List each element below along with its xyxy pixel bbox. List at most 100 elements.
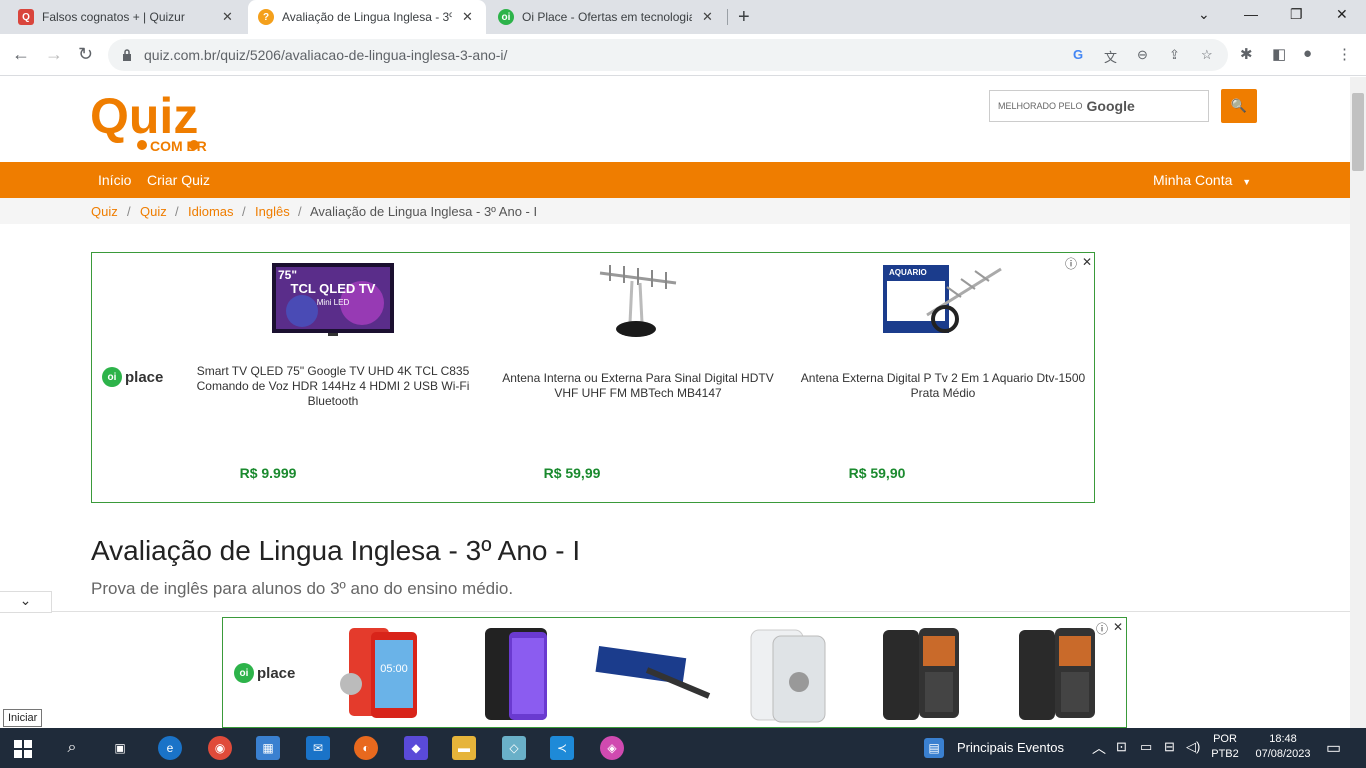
close-window-button[interactable]: ✕	[1336, 6, 1348, 23]
bottom-ad-banner[interactable]: ⓘ ✕ oi place 05:00	[222, 617, 1127, 728]
nav-create-quiz-link[interactable]: Criar Quiz	[147, 172, 210, 188]
address-bar[interactable]: quiz.com.br/quiz/5206/avaliacao-de-lingu…	[108, 39, 1228, 71]
tab-quiz[interactable]: ? Avaliação de Lingua Inglesa - 3º A ✕	[248, 0, 486, 34]
share-icon[interactable]: ⇪	[1169, 47, 1180, 63]
volume-icon[interactable]: ◁)	[1186, 739, 1200, 755]
windows-start-icon[interactable]	[14, 740, 32, 758]
product-image-antenna[interactable]	[590, 261, 686, 341]
quiz-icon: ?	[258, 9, 274, 25]
scrollbar-thumb[interactable]	[1352, 93, 1364, 171]
file-explorer-icon[interactable]: ▬	[452, 736, 476, 760]
clock[interactable]: 18:48 07/08/2023	[1246, 733, 1320, 760]
app-icon[interactable]: ◆	[404, 736, 428, 760]
chrome-icon[interactable]: ◉	[208, 736, 232, 760]
breadcrumb-separator: /	[242, 204, 246, 219]
browser-toolbar: ← → ↻ quiz.com.br/quiz/5206/avaliacao-de…	[0, 34, 1366, 76]
ad-close-icon[interactable]: ✕	[1113, 620, 1123, 634]
ad-info-icon[interactable]: ⓘ	[1065, 255, 1077, 272]
language-indicator[interactable]: POR PTB2	[1208, 733, 1242, 760]
taskbar: ⌕ ▣ e ◉ ▦ ✉ ◐ ◆ ▬ ◇ ≺ ◈ ▤ Principais Eve…	[0, 728, 1366, 768]
translate-icon[interactable]: 文	[1104, 47, 1117, 66]
restore-button[interactable]: ❐	[1290, 6, 1303, 23]
tab-oiplace[interactable]: oi Oi Place - Ofertas em tecnologia ✕	[488, 0, 726, 34]
product-image-feature-phone[interactable]	[879, 626, 965, 722]
back-button[interactable]: ←	[12, 44, 30, 65]
tab-title: Oi Place - Ofertas em tecnologia	[522, 10, 692, 24]
network-icon[interactable]: ▭	[1140, 739, 1152, 755]
page-scrollbar[interactable]	[1350, 77, 1366, 728]
news-icon[interactable]: ▤	[924, 738, 944, 758]
oiplace-logo: oi place	[234, 663, 295, 683]
quizur-icon: Q	[18, 9, 34, 25]
close-icon[interactable]: ✕	[702, 9, 713, 25]
side-panel-icon[interactable]: ◧	[1272, 45, 1286, 63]
task-view-icon[interactable]: ▣	[108, 736, 132, 760]
chevron-down-icon[interactable]: ⌄	[1198, 6, 1210, 23]
product-price[interactable]: R$ 59,99	[472, 465, 672, 481]
nav-home-link[interactable]: Início	[98, 172, 131, 188]
product-image-phone-red[interactable]: 05:00	[331, 626, 431, 722]
product-image-phone-white[interactable]	[743, 624, 831, 724]
store-icon[interactable]: ▦	[256, 736, 280, 760]
tv-brand-text: TCL QLED TV	[291, 281, 376, 296]
menu-icon[interactable]: ⋮	[1337, 45, 1352, 63]
account-menu[interactable]: Minha Conta ▼	[1153, 172, 1251, 188]
clock-time: 18:48	[1269, 733, 1297, 745]
page-title: Avaliação de Lingua Inglesa - 3º Ano - I	[91, 535, 581, 566]
product-name[interactable]: Antena Externa Digital P Tv 2 Em 1 Aquar…	[798, 371, 1088, 401]
camera-icon[interactable]: ⊡	[1116, 739, 1127, 755]
product-image-antenna-box[interactable]: AQUARIO	[881, 261, 1005, 341]
news-widget-label[interactable]: Principais Eventos	[957, 740, 1064, 755]
tray-chevron-icon[interactable]: ︿	[1092, 738, 1106, 758]
minimize-button[interactable]: —	[1244, 6, 1258, 22]
breadcrumb-item[interactable]: Inglês	[255, 204, 290, 219]
app-icon[interactable]: ◇	[502, 736, 526, 760]
firefox-icon[interactable]: ◐	[354, 736, 378, 760]
forward-button[interactable]: →	[45, 44, 63, 65]
product-image-tv[interactable]: 75" TCL QLED TV Mini LED	[272, 263, 396, 337]
mail-icon[interactable]: ✉	[306, 736, 330, 760]
product-price[interactable]: R$ 59,90	[777, 465, 977, 481]
profile-avatar[interactable]: ●	[1303, 45, 1312, 62]
tab-quizur[interactable]: Q Falsos cognatos + | Quizur ✕	[8, 0, 246, 34]
edge-icon[interactable]: e	[158, 736, 182, 760]
search-icon[interactable]: ⌕	[60, 736, 84, 760]
close-icon[interactable]: ✕	[222, 9, 233, 25]
page: Quiz COM BR MELHORADO PELO Google 🔍 Iníc…	[0, 77, 1350, 728]
oiplace-brand: place	[257, 664, 296, 682]
site-logo[interactable]: Quiz COM BR	[90, 87, 230, 153]
product-name[interactable]: Smart TV QLED 75" Google TV UHD 4K TCL C…	[188, 364, 478, 409]
oi-badge: oi	[102, 367, 122, 387]
new-tab-button[interactable]: +	[738, 6, 750, 29]
search-button[interactable]: 🔍	[1221, 89, 1257, 123]
reload-button[interactable]: ↻	[78, 44, 93, 65]
extensions-icon[interactable]: ✱	[1240, 45, 1253, 63]
product-image-phone-purple[interactable]	[481, 626, 555, 722]
display-icon[interactable]: ⊟	[1164, 739, 1175, 755]
ad-banner[interactable]: ⓘ ✕ oi place 75" TCL QLED TV Mini LED Sm…	[91, 252, 1095, 503]
tab-separator	[727, 9, 728, 25]
logo-subtext: COM BR	[150, 138, 207, 153]
ad-close-icon[interactable]: ✕	[1082, 255, 1092, 269]
product-name[interactable]: Antena Interna ou Externa Para Sinal Dig…	[493, 371, 783, 401]
google-icon[interactable]: G	[1073, 47, 1083, 62]
bookmark-star-icon[interactable]: ☆	[1201, 47, 1213, 63]
product-image-feature-phone[interactable]	[1015, 626, 1101, 722]
breadcrumb-item[interactable]: Quiz	[140, 204, 167, 219]
oi-icon: oi	[498, 9, 514, 25]
close-icon[interactable]: ✕	[462, 9, 473, 25]
breadcrumb-item[interactable]: Idiomas	[188, 204, 234, 219]
product-image-antenna-kit[interactable]	[591, 634, 715, 706]
search-input[interactable]: MELHORADO PELO Google	[989, 90, 1209, 122]
app-icon[interactable]: ◈	[600, 736, 624, 760]
zoom-icon[interactable]: ⊖	[1137, 47, 1148, 63]
notification-icon[interactable]: ▭	[1326, 738, 1341, 758]
breadcrumb-item[interactable]: Quiz	[91, 204, 118, 219]
breadcrumb-separator: /	[298, 204, 302, 219]
collapse-ad-button[interactable]: ⌄	[0, 591, 52, 613]
vscode-icon[interactable]: ≺	[550, 736, 574, 760]
product-price[interactable]: R$ 9.999	[168, 465, 368, 481]
tab-title: Avaliação de Lingua Inglesa - 3º A	[282, 10, 452, 24]
account-label: Minha Conta	[1153, 172, 1233, 188]
page-subtitle: Prova de inglês para alunos do 3º ano do…	[91, 579, 514, 598]
